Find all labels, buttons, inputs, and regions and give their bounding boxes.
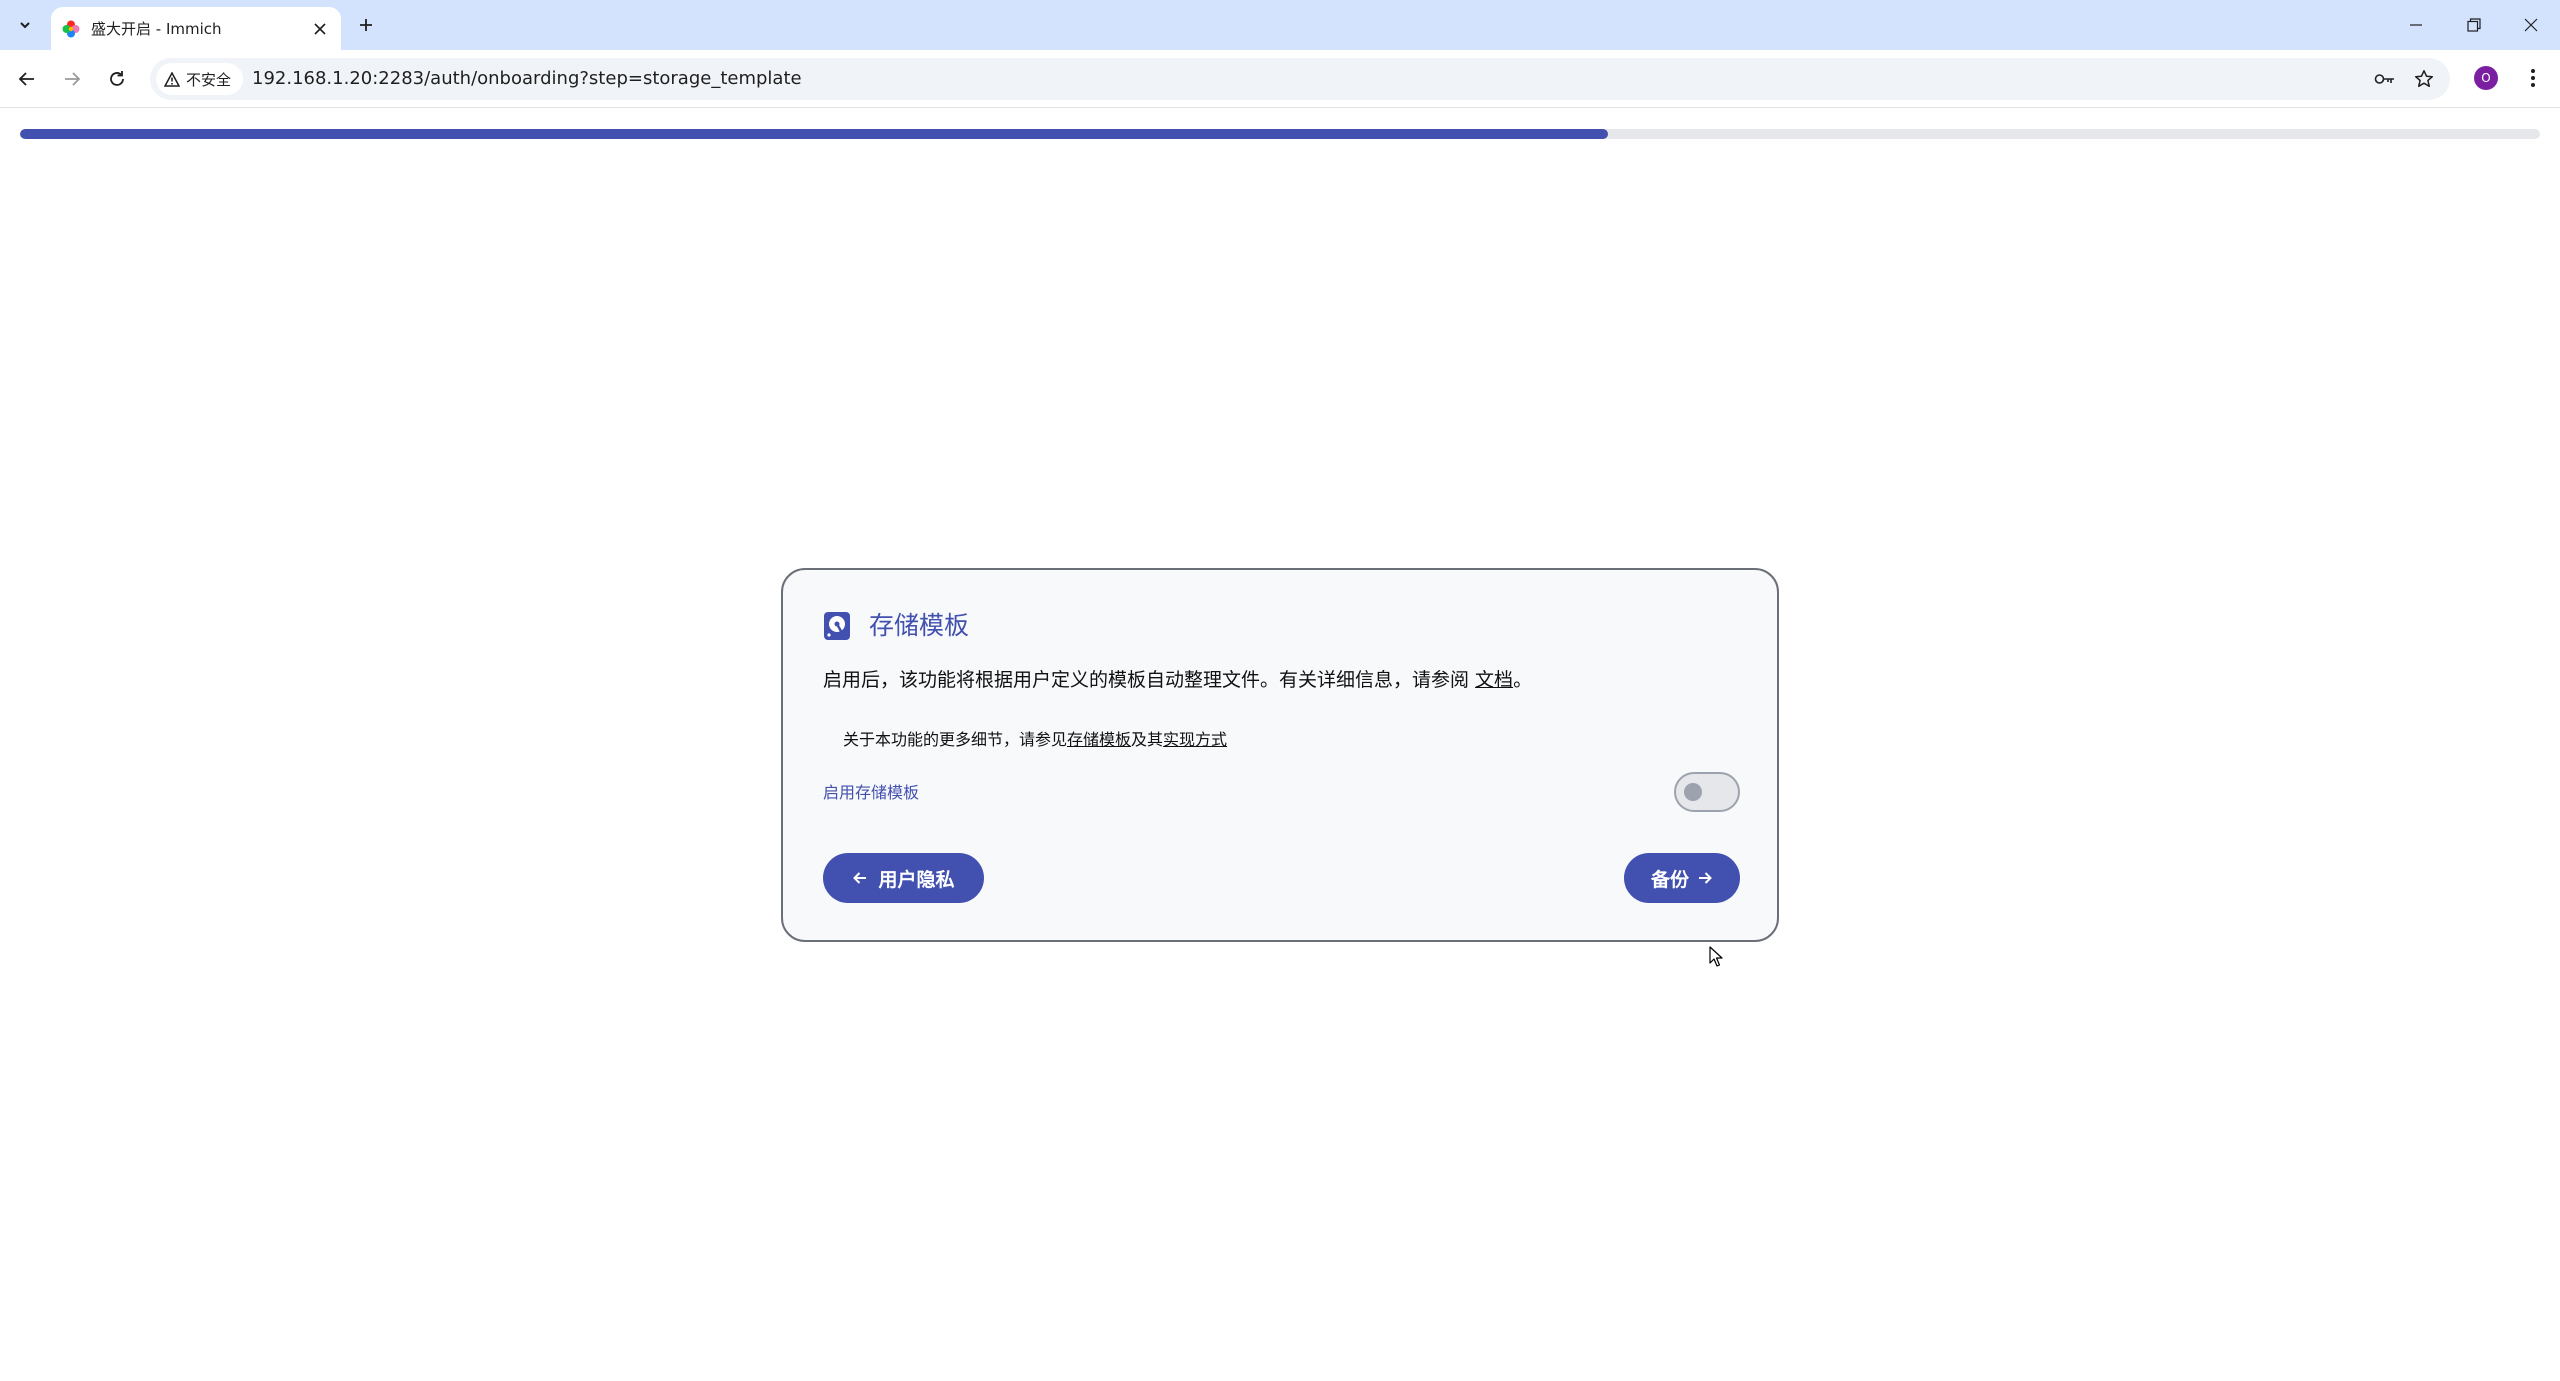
minimize-button[interactable] bbox=[2393, 0, 2439, 50]
toggle-knob bbox=[1684, 783, 1702, 801]
star-icon bbox=[2414, 70, 2434, 88]
password-key-button[interactable] bbox=[2368, 62, 2402, 96]
details-prefix: 关于本功能的更多细节，请参见 bbox=[843, 730, 1068, 749]
arrow-right-icon bbox=[1699, 872, 1712, 884]
immich-logo-icon bbox=[62, 20, 80, 37]
close-icon bbox=[2524, 18, 2538, 32]
tab-title: 盛大开启 - Immich bbox=[91, 20, 222, 38]
profile-avatar[interactable]: O bbox=[2474, 66, 2498, 90]
security-label: 不安全 bbox=[186, 70, 232, 89]
new-tab-button[interactable] bbox=[351, 10, 381, 40]
browser-tabstrip: 盛大开启 - Immich bbox=[0, 0, 2560, 50]
back-to-privacy-button[interactable]: 用户隐私 bbox=[823, 853, 984, 903]
browser-menu-button[interactable] bbox=[2517, 62, 2549, 94]
arrow-left-icon bbox=[853, 872, 867, 884]
details-line: 关于本功能的更多细节，请参见存储模板及其实现方式 bbox=[843, 728, 1227, 752]
card-header: 存储模板 bbox=[823, 610, 969, 642]
reload-button[interactable] bbox=[100, 62, 134, 96]
arrow-right-icon bbox=[65, 72, 81, 86]
enable-storage-template-toggle[interactable] bbox=[1674, 772, 1740, 812]
reload-icon bbox=[110, 71, 124, 86]
address-bar[interactable]: 不安全 192.168.1.20:2283/auth/onboarding?st… bbox=[150, 58, 2450, 100]
harddisk-icon bbox=[824, 612, 850, 640]
more-vertical-icon bbox=[2531, 69, 2535, 87]
security-chip[interactable]: 不安全 bbox=[156, 63, 244, 95]
next-backup-button[interactable]: 备份 bbox=[1624, 853, 1740, 903]
browser-tab-active[interactable]: 盛大开启 - Immich bbox=[51, 7, 341, 50]
storage-template-link[interactable]: 存储模板 bbox=[1067, 730, 1131, 749]
url-text[interactable]: 192.168.1.20:2283/auth/onboarding?step=s… bbox=[252, 58, 802, 100]
plus-icon bbox=[360, 19, 372, 31]
next-button-label: 备份 bbox=[1650, 868, 1689, 891]
enable-storage-template-label: 启用存储模板 bbox=[823, 783, 920, 802]
restore-icon bbox=[2467, 18, 2481, 32]
back-button-label: 用户隐私 bbox=[878, 868, 955, 891]
browser-toolbar: 不安全 192.168.1.20:2283/auth/onboarding?st… bbox=[0, 50, 2560, 108]
window-close-button[interactable] bbox=[2508, 0, 2554, 50]
close-icon bbox=[314, 22, 326, 35]
implementation-link[interactable]: 实现方式 bbox=[1163, 730, 1227, 749]
restore-button[interactable] bbox=[2451, 0, 2497, 50]
details-middle: 及其 bbox=[1131, 730, 1164, 749]
card-title: 存储模板 bbox=[869, 611, 970, 640]
storage-template-card: 存储模板 启用后，该功能将根据用户定义的模板自动整理文件。有关详细信息，请参阅 … bbox=[781, 568, 1779, 942]
tab-search-button[interactable] bbox=[11, 11, 39, 39]
card-description: 启用后，该功能将根据用户定义的模板自动整理文件。有关详细信息，请参阅 文档。 bbox=[823, 666, 1532, 694]
chevron-down-icon bbox=[20, 22, 30, 29]
onboarding-progress-fill bbox=[20, 129, 1608, 139]
docs-link[interactable]: 文档 bbox=[1475, 669, 1513, 691]
mouse-cursor-icon bbox=[1709, 946, 1723, 967]
minimize-icon bbox=[2410, 24, 2422, 26]
key-icon bbox=[2374, 74, 2394, 84]
onboarding-progress-bar bbox=[20, 129, 2540, 139]
back-button[interactable] bbox=[10, 62, 44, 96]
warning-icon bbox=[164, 71, 180, 87]
forward-button[interactable] bbox=[55, 62, 89, 96]
description-text: 启用后，该功能将根据用户定义的模板自动整理文件。有关详细信息，请参阅 bbox=[823, 669, 1476, 691]
tab-close-button[interactable] bbox=[307, 16, 333, 42]
bookmark-star-button[interactable] bbox=[2407, 62, 2441, 96]
description-end: 。 bbox=[1513, 669, 1533, 691]
arrow-left-icon bbox=[18, 72, 34, 86]
